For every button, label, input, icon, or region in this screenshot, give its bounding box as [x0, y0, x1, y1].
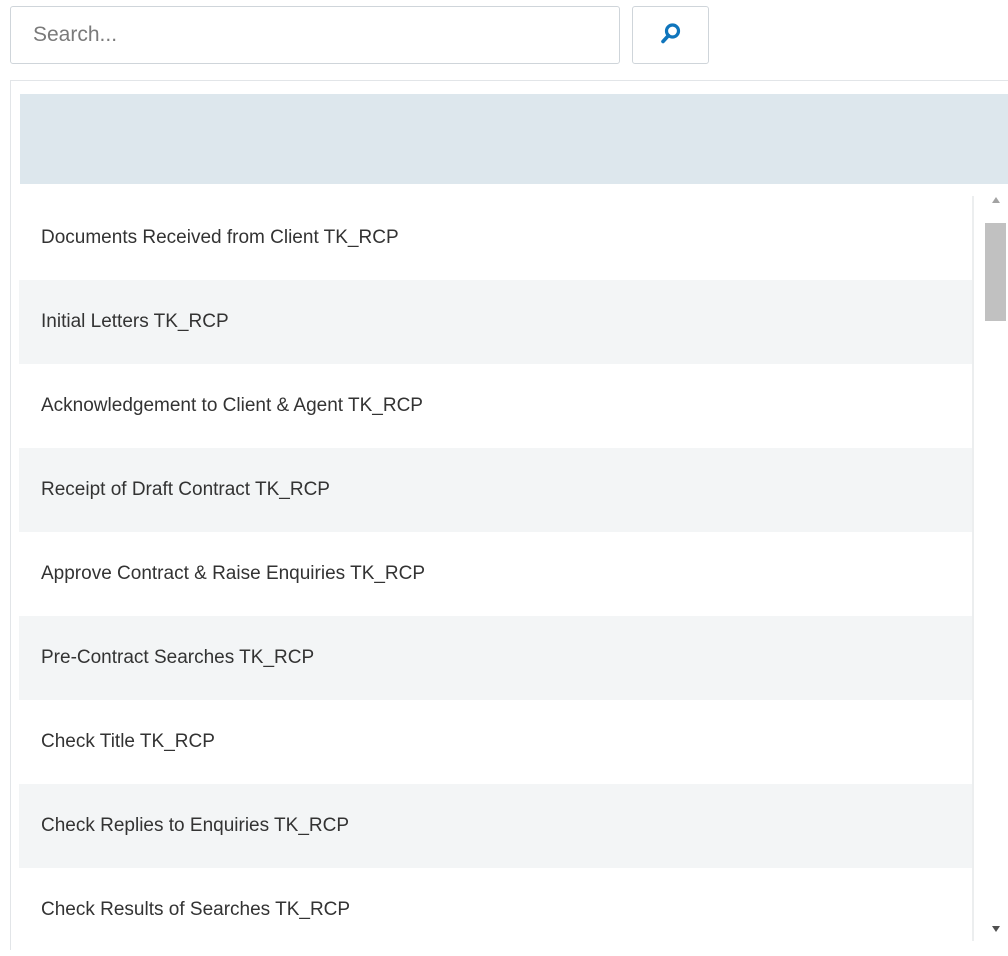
list-item[interactable]: Acknowledgement to Client & Agent TK_RCP — [19, 364, 974, 448]
task-list: Documents Received from Client TK_RCP In… — [19, 196, 974, 956]
list-item[interactable]: Receipt of Draft Contract TK_RCP — [19, 448, 974, 532]
search-bar — [10, 6, 710, 66]
list-item[interactable]: Check Replies to Enquiries TK_RCP — [19, 784, 974, 868]
list-item-label: Approve Contract & Raise Enquiries TK_RC… — [41, 563, 426, 584]
list-item-label: Initial Letters TK_RCP — [41, 311, 229, 332]
list-item-label: Acknowledgement to Client & Agent TK_RCP — [41, 395, 423, 416]
list-item-label: Pre-Contract Searches TK_RCP — [41, 647, 315, 668]
list-item-label: Receipt of Draft Contract TK_RCP — [41, 479, 330, 500]
triangle-down-icon — [991, 920, 1001, 938]
search-input[interactable] — [10, 6, 620, 64]
vertical-scrollbar[interactable] — [984, 188, 1007, 941]
scroll-up-button[interactable] — [984, 190, 1007, 210]
list-divider — [972, 196, 974, 941]
search-icon — [660, 22, 682, 49]
panel-header — [20, 94, 1008, 184]
list-item-label: Check Results of Searches TK_RCP — [41, 899, 351, 920]
list-item[interactable]: Approve Contract & Raise Enquiries TK_RC… — [19, 532, 974, 616]
list-item[interactable]: Check Results of Searches TK_RCP — [19, 868, 974, 952]
list-item[interactable]: Initial Letters TK_RCP — [19, 280, 974, 364]
list-item-label: Documents Received from Client TK_RCP — [41, 227, 399, 248]
scroll-down-button[interactable] — [984, 919, 1007, 939]
list-item[interactable]: Pre-Contract Searches TK_RCP — [19, 616, 974, 700]
triangle-up-icon — [991, 191, 1001, 209]
list-item[interactable]: Documents Received from Client TK_RCP — [19, 196, 974, 280]
list-item[interactable]: Check Title TK_RCP — [19, 700, 974, 784]
list-item-label: Check Replies to Enquiries TK_RCP — [41, 815, 350, 836]
scroll-thumb[interactable] — [985, 223, 1006, 321]
search-button[interactable] — [632, 6, 709, 64]
list-item-label: Check Title TK_RCP — [41, 731, 215, 752]
